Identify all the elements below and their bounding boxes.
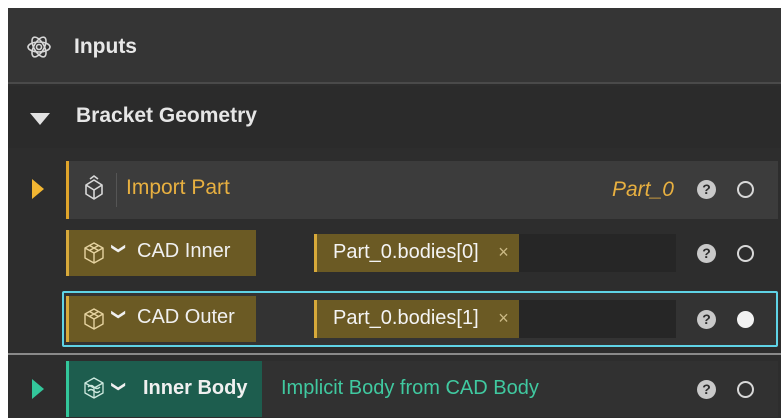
cad-type-selector[interactable]: ❯ CAD Outer: [66, 296, 256, 342]
expand-arrow-icon[interactable]: [32, 379, 44, 399]
body-chip-label: Part_0.bodies[1]: [333, 307, 479, 329]
inputs-gear-icon: [27, 36, 51, 58]
chevron-down-icon[interactable]: ❯: [110, 309, 127, 321]
status-filled-icon: [737, 311, 754, 328]
inner-body-row[interactable]: ❯ Inner Body Implicit Body from CAD Body…: [66, 361, 778, 417]
row-accent: [66, 161, 69, 219]
body-chip[interactable]: Part_0.bodies[1] ×: [314, 300, 519, 338]
cad-outer-label: CAD Outer: [137, 306, 235, 328]
cad-inner-field[interactable]: Part_0.bodies[0] ×: [314, 234, 676, 272]
help-icon[interactable]: ?: [697, 180, 716, 199]
divider: [8, 353, 781, 355]
chevron-down-icon[interactable]: ❯: [110, 381, 127, 393]
inputs-panel: Inputs Bracket Geometry Import Part Part…: [8, 8, 781, 418]
status-circle-icon: [737, 181, 754, 198]
help-icon[interactable]: ?: [697, 244, 716, 263]
chevron-down-icon[interactable]: ❯: [110, 243, 127, 255]
body-chip[interactable]: Part_0.bodies[0] ×: [314, 234, 519, 272]
inner-body-label: Inner Body: [143, 377, 248, 399]
status-circle-icon: [737, 381, 754, 398]
implicit-body-icon: [84, 377, 104, 399]
body-type-selector[interactable]: ❯ Inner Body: [66, 361, 262, 417]
import-part-label: Import Part: [126, 176, 230, 199]
remove-chip-icon[interactable]: ×: [498, 242, 509, 263]
inputs-title: Inputs: [74, 35, 137, 58]
bracket-geometry-group[interactable]: Bracket Geometry: [8, 86, 781, 148]
group-title: Bracket Geometry: [76, 104, 257, 127]
cad-inner-label: CAD Inner: [137, 240, 231, 262]
import-part-row[interactable]: Import Part Part_0 ?: [66, 161, 778, 219]
remove-chip-icon[interactable]: ×: [498, 308, 509, 329]
help-icon[interactable]: ?: [697, 310, 716, 329]
cad-outer-row[interactable]: ❯ CAD Outer Part_0.bodies[1] × ?: [66, 296, 778, 342]
expand-arrow-icon[interactable]: [32, 179, 44, 199]
body-chip-label: Part_0.bodies[0]: [333, 241, 479, 263]
cube-grid-icon: [84, 242, 104, 264]
caret-down-icon[interactable]: [30, 113, 50, 125]
cad-type-selector[interactable]: ❯ CAD Inner: [66, 230, 256, 276]
divider: [116, 173, 117, 207]
help-icon[interactable]: ?: [697, 380, 716, 399]
inputs-header[interactable]: Inputs: [8, 8, 781, 84]
cad-outer-field[interactable]: Part_0.bodies[1] ×: [314, 300, 676, 338]
cube-grid-icon: [84, 308, 104, 330]
status-circle-icon: [737, 245, 754, 262]
inner-body-description: Implicit Body from CAD Body: [281, 377, 539, 399]
cad-inner-row[interactable]: ❯ CAD Inner Part_0.bodies[0] × ?: [66, 230, 778, 276]
import-part-value: Part_0: [612, 178, 674, 201]
import-part-icon: [85, 175, 103, 200]
